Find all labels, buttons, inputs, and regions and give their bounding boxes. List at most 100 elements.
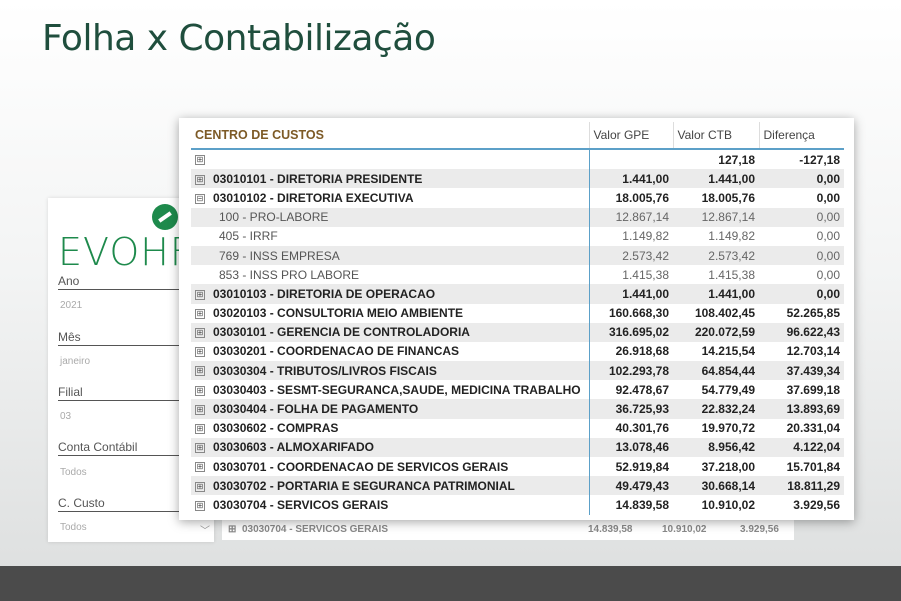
- row-gpe-value: 13.078,46: [588, 437, 673, 457]
- expand-icon[interactable]: ⊞: [195, 424, 205, 435]
- expand-icon[interactable]: ⊞: [195, 404, 205, 415]
- row-name-cell: ⊞ 03030602 - COMPRAS: [191, 419, 589, 438]
- row-name: 03030101 - GERENCIA DE CONTROLADORIA: [213, 325, 470, 340]
- table-row[interactable]: ⊞ 03030404 - FOLHA DE PAGAMENTO 36.725,93 2…: [191, 399, 844, 419]
- table-row[interactable]: ⊞ 03030101 - GERENCIA DE CONTROLADORIA 316…: [191, 322, 844, 342]
- row-name: 03030603 - ALMOXARIFADO: [213, 440, 374, 455]
- row-dif-value: -127,18: [799, 152, 840, 167]
- row-ctb-value: 14.215,54: [701, 344, 755, 359]
- expand-icon[interactable]: ⊞: [195, 347, 205, 358]
- row-gpe-value: 1.441,00: [588, 169, 673, 189]
- expand-icon[interactable]: ⊞: [195, 366, 205, 377]
- header-centro-de-custos[interactable]: CENTRO DE CUSTOS: [191, 122, 589, 150]
- collapse-icon[interactable]: ⊟: [195, 193, 205, 204]
- header-valor-gpe[interactable]: Valor GPE: [588, 122, 673, 150]
- filter-ano-value[interactable]: 2021: [60, 300, 82, 311]
- expand-icon[interactable]: ⊞: [195, 155, 205, 166]
- table-row[interactable]: ⊞ 03010103 - DIRETORIA DE OPERACAO 1.441,0…: [191, 284, 844, 304]
- row-ctb-value: 54.779,49: [701, 382, 755, 397]
- expand-icon[interactable]: ⊞: [195, 462, 205, 473]
- cost-center-table: CENTRO DE CUSTOS Valor GPE Valor CTB Dif…: [191, 122, 844, 515]
- filter-c-custo-value[interactable]: Todos: [60, 522, 87, 533]
- row-dif-value: 4.122,04: [759, 437, 844, 457]
- row-ctb-value: 10.910,02: [701, 497, 755, 512]
- row-name-cell: 769 - INSS EMPRESA: [191, 245, 589, 266]
- row-dif-value: 0,00: [759, 207, 844, 227]
- row-dif-value: 15.701,84: [786, 459, 840, 474]
- row-name-cell: ⊞ 03030201 - COORDENACAO DE FINANCAS: [191, 342, 589, 361]
- expand-icon[interactable]: ⊞: [195, 385, 205, 396]
- row-name: 100 - PRO-LABORE: [219, 210, 329, 225]
- expand-icon[interactable]: ⊞: [195, 443, 205, 454]
- row-gpe-value: 92.478,67: [588, 380, 673, 400]
- row-name-cell: ⊞ 03030701 - COORDENACAO DE SERVICOS GERA…: [191, 457, 589, 476]
- page-title: Folha x Contabilização: [42, 18, 436, 59]
- table-row[interactable]: ⊞ 03030201 - COORDENACAO DE FINANCAS 26.91…: [191, 341, 844, 362]
- row-ctb-value: 108.402,45: [694, 306, 755, 321]
- row-gpe-value: 40.301,76: [588, 418, 673, 438]
- logo: EVOHF: [58, 230, 193, 274]
- table-row[interactable]: 100 - PRO-LABORE 12.867,14 12.867,14 0,00: [191, 207, 844, 227]
- row-gpe-value: 14.839,58: [588, 495, 673, 515]
- row-dif-value: 37.439,34: [759, 361, 844, 381]
- row-ctb-value: 37.218,00: [701, 459, 755, 474]
- row-name: 03030701 - COORDENACAO DE SERVICOS GERAI…: [213, 459, 509, 474]
- chevron-down-icon[interactable]: ﹀: [200, 522, 210, 537]
- row-name-cell: ⊞ 03030704 - SERVICOS GERAIS: [191, 495, 589, 514]
- row-dif-value: 0,00: [759, 245, 844, 266]
- header-diferenca[interactable]: Diferença: [758, 122, 844, 150]
- table-row[interactable]: 405 - IRRF 1.149,82 1.149,82 0,00: [191, 226, 844, 246]
- row-name: 03010101 - DIRETORIA PRESIDENTE: [213, 171, 423, 186]
- table-row[interactable]: ⊞ 03010101 - DIRETORIA PRESIDENTE 1.441,00…: [191, 169, 844, 189]
- expand-icon[interactable]: ⊞: [195, 481, 205, 492]
- row-dif-value: 37.699,18: [786, 382, 840, 397]
- expand-icon[interactable]: ⊞: [195, 308, 205, 319]
- table-row[interactable]: ⊞ 03030304 - TRIBUTOS/LIVROS FISCAIS 102.2…: [191, 361, 844, 381]
- row-name-cell: ⊞ 03030101 - GERENCIA DE CONTROLADORIA: [191, 322, 589, 342]
- row-ctb-value: 2.573,42: [673, 245, 759, 266]
- row-dif-value: 0,00: [816, 267, 840, 282]
- table-row[interactable]: ⊞ 03030702 - PORTARIA E SEGURANCA PATRIMO…: [191, 476, 844, 496]
- table-row[interactable]: ⊞ 03020103 - CONSULTORIA MEIO AMBIENTE 160…: [191, 303, 844, 323]
- row-gpe-value: 18.005,76: [588, 188, 673, 208]
- expand-icon[interactable]: ⊞: [195, 500, 205, 511]
- row-gpe-value: 316.695,02: [588, 322, 673, 342]
- table-row[interactable]: ⊞ 03030602 - COMPRAS 40.301,76 19.970,72 20.…: [191, 418, 844, 438]
- table-row[interactable]: ⊟ 03010102 - DIRETORIA EXECUTIVA 18.005,76…: [191, 188, 844, 208]
- table-row[interactable]: 769 - INSS EMPRESA 2.573,42 2.573,42 0,00: [191, 245, 844, 266]
- ghost-row-name: 03030704 - SERVICOS GERAIS: [242, 524, 388, 535]
- row-dif-value: 12.703,14: [786, 344, 840, 359]
- row-name-cell: 853 - INSS PRO LABORE: [191, 265, 589, 284]
- row-ctb-value: 127,18: [718, 152, 755, 167]
- row-name: 769 - INSS EMPRESA: [219, 248, 340, 263]
- expand-icon[interactable]: ⊞: [195, 174, 205, 185]
- filter-conta-contabil-value[interactable]: Todos: [60, 467, 87, 478]
- table-row[interactable]: ⊞ 03030701 - COORDENACAO DE SERVICOS GERA…: [191, 457, 844, 477]
- expand-icon[interactable]: ⊞: [195, 289, 205, 300]
- row-name: 03010102 - DIRETORIA EXECUTIVA: [213, 190, 414, 205]
- row-gpe-value: 1.415,38: [588, 265, 673, 285]
- row-dif-value: 3.929,56: [793, 497, 840, 512]
- row-name: 03030602 - COMPRAS: [213, 421, 339, 436]
- row-name-cell: ⊞ 03030603 - ALMOXARIFADO: [191, 437, 589, 457]
- row-name: 03030404 - FOLHA DE PAGAMENTO: [213, 402, 419, 417]
- table-row[interactable]: 853 - INSS PRO LABORE 1.415,38 1.415,38 0,0…: [191, 265, 844, 285]
- row-ctb-value: 12.867,14: [673, 207, 759, 227]
- row-name: 03030304 - TRIBUTOS/LIVROS FISCAIS: [213, 363, 437, 378]
- filter-mes-value[interactable]: janeiro: [60, 356, 90, 367]
- row-name-cell: ⊟ 03010102 - DIRETORIA EXECUTIVA: [191, 188, 589, 207]
- row-name-cell: ⊞ 03030403 - SESMT-SEGURANCA,SAUDE, MEDIC…: [191, 380, 589, 399]
- row-ctb-value: 1.441,00: [673, 284, 759, 304]
- row-name: 853 - INSS PRO LABORE: [219, 267, 360, 282]
- table-row[interactable]: ⊞ 03030704 - SERVICOS GERAIS 14.839,58 10.9…: [191, 495, 844, 515]
- table-row[interactable]: ⊞ 127,18 -127,18: [191, 149, 844, 170]
- table-row[interactable]: ⊞ 03030403 - SESMT-SEGURANCA,SAUDE, MEDIC…: [191, 380, 844, 400]
- header-valor-ctb[interactable]: Valor CTB: [672, 122, 759, 150]
- row-name-cell: ⊞ 03030404 - FOLHA DE PAGAMENTO: [191, 399, 589, 419]
- row-name: 03030702 - PORTARIA E SEGURANCA PATRIMON…: [213, 478, 515, 493]
- row-dif-value: 0,00: [816, 190, 840, 205]
- table-row[interactable]: ⊞ 03030603 - ALMOXARIFADO 13.078,46 8.956,4…: [191, 437, 844, 457]
- row-gpe-value: 1.149,82: [588, 226, 673, 246]
- expand-icon[interactable]: ⊞: [195, 328, 205, 339]
- filter-filial-value[interactable]: 03: [60, 411, 71, 422]
